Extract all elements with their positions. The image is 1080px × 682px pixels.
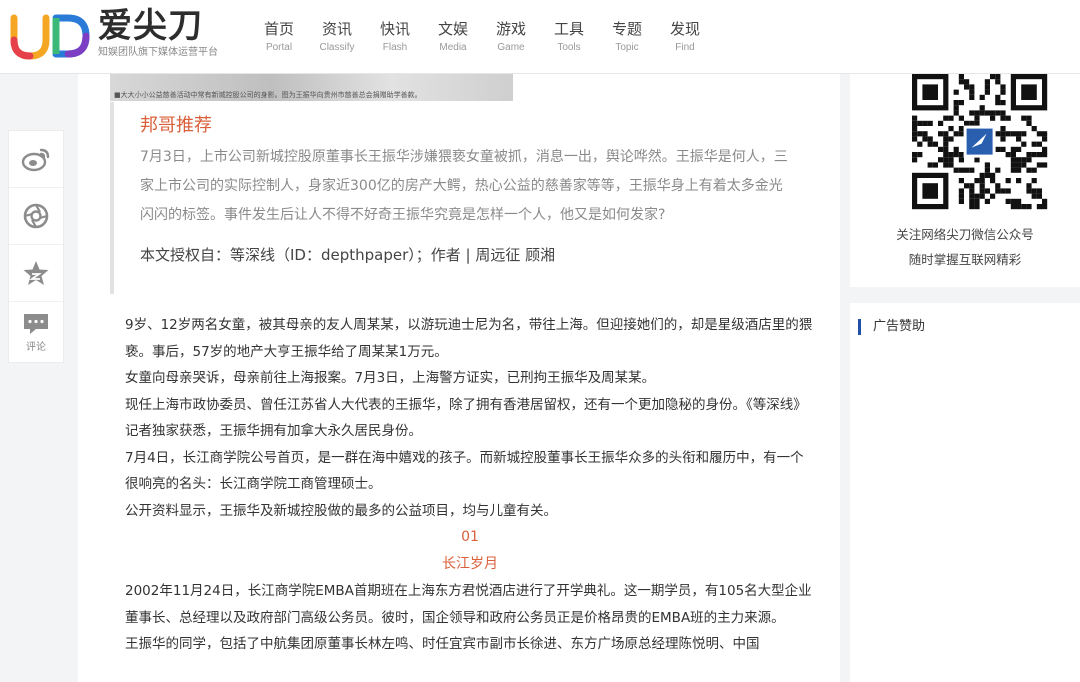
nav-label: 文娱 bbox=[437, 20, 468, 38]
brand[interactable]: 爱尖刀 知娱团队旗下媒体运营平台 bbox=[98, 6, 218, 60]
share-moments-button[interactable] bbox=[9, 188, 63, 245]
nav-topic[interactable]: 专题 Topic bbox=[598, 18, 656, 56]
qr-caption: 关注网络尖刀微信公众号 随时掌握互联网精彩 bbox=[850, 222, 1080, 272]
section-title: 长江岁月 bbox=[442, 556, 498, 572]
brand-subtitle: 知娱团队旗下媒体运营平台 bbox=[98, 47, 218, 58]
article-body: 9岁、12岁两名女童，被其母亲的友人周某某，以游玩迪士尼为名，带往上海。但迎接她… bbox=[125, 312, 815, 658]
nav-sublabel: Find bbox=[675, 42, 695, 53]
comment-label: 评论 bbox=[26, 341, 46, 353]
nav-game[interactable]: 游戏 Game bbox=[482, 18, 540, 56]
nav-tools[interactable]: 工具 Tools bbox=[540, 18, 598, 56]
paragraph: 2002年11月24日，长江商学院EMBA首期班在上海东方君悦酒店进行了开学典礼… bbox=[125, 583, 812, 626]
nav-media[interactable]: 文娱 Media bbox=[424, 18, 482, 56]
wechat-qr-card: 关注网络尖刀微信公众号 随时掌握互联网精彩 bbox=[850, 74, 1080, 287]
qr-caption-line2: 随时掌握互联网精彩 bbox=[908, 252, 1022, 267]
comment-icon bbox=[24, 313, 48, 334]
nav-find[interactable]: 发现 Find bbox=[656, 18, 714, 56]
qr-code-image[interactable] bbox=[904, 74, 1052, 212]
nav-classify[interactable]: 资讯 Classify bbox=[308, 18, 366, 56]
quote-credit: 本文授权自：等深线（ID：depthpaper）；作者 | 周远征 顾湘 bbox=[140, 246, 556, 264]
site-header: 爱尖刀 知娱团队旗下媒体运营平台 首页 Portal 资讯 Classify 快讯 F… bbox=[0, 0, 1080, 74]
nav-label: 专题 bbox=[611, 20, 642, 38]
nav-flash[interactable]: 快讯 Flash bbox=[366, 18, 424, 56]
nav-label: 游戏 bbox=[495, 20, 526, 38]
paragraph: 9岁、12岁两名女童，被其母亲的友人周某某，以游玩迪士尼为名，带往上海。但迎接她… bbox=[125, 317, 813, 360]
nav-portal[interactable]: 首页 Portal bbox=[250, 18, 308, 56]
ad-card: 广告赞助 bbox=[850, 303, 1080, 682]
site-logo-icon[interactable] bbox=[8, 10, 90, 62]
nav-label: 资讯 bbox=[321, 20, 352, 38]
share-weibo-button[interactable] bbox=[9, 131, 63, 188]
nav-label: 发现 bbox=[669, 20, 700, 38]
nav-sublabel: Game bbox=[497, 42, 525, 53]
brand-name: 爱尖刀 bbox=[98, 6, 203, 46]
lead-image-caption: ■大大小小公益慈善活动中常有新城控股公司的身影。图为王振华向贵州市慈善总会捐赠助… bbox=[114, 91, 422, 99]
qr-caption-line1: 关注网络尖刀微信公众号 bbox=[896, 227, 1034, 242]
quote-title: 邦哥推荐 bbox=[140, 115, 212, 136]
nav-label: 工具 bbox=[553, 20, 584, 38]
nav-label: 首页 bbox=[263, 20, 294, 38]
paragraph: 王振华的同学，包括了中航集团原董事长林左鸣、时任宜宾市副市长徐进、东方广场原总经… bbox=[125, 636, 760, 652]
article: ■大大小小公益慈善活动中常有新城控股公司的身影。图为王振华向贵州市慈善总会捐赠助… bbox=[78, 74, 840, 682]
main-nav: 首页 Portal 资讯 Classify 快讯 Flash 文娱 Media 游戏 Ga… bbox=[250, 18, 714, 56]
paragraph: 现任上海市政协委员、曾任江苏省人大代表的王振华，除了拥有香港居留权，还有一个更加… bbox=[125, 396, 807, 440]
paragraph: 7月4日，长江商学院公号首页，是一群在海中嬉戏的孩子。而新城控股董事长王振华众多… bbox=[125, 449, 804, 493]
star-icon bbox=[23, 261, 49, 285]
share-bar: 评论 bbox=[8, 130, 64, 363]
nav-sublabel: Topic bbox=[615, 42, 639, 53]
nav-sublabel: Tools bbox=[557, 42, 581, 53]
nav-sublabel: Portal bbox=[265, 42, 293, 53]
nav-sublabel: Media bbox=[439, 42, 467, 53]
section-number: 01 bbox=[461, 529, 479, 545]
recommend-quote: 邦哥推荐 7月3日，上市公司新城控股原董事长王振华涉嫌猥亵女童被抓，消息一出，舆… bbox=[110, 102, 820, 294]
paragraph: 女童向母亲哭诉，母亲前往上海报案。7月3日，上海警方证实，已刑拘王振华及周某某。 bbox=[125, 370, 656, 386]
nav-sublabel: Classify bbox=[319, 42, 355, 53]
quote-text: 7月3日，上市公司新城控股原董事长王振华涉嫌猥亵女童被抓，消息一出，舆论哗然。王… bbox=[140, 149, 788, 223]
nav-label: 快讯 bbox=[379, 20, 410, 38]
aperture-icon bbox=[23, 203, 49, 229]
nav-sublabel: Flash bbox=[382, 42, 408, 53]
comment-button[interactable]: 评论 bbox=[9, 302, 63, 362]
share-qzone-button[interactable] bbox=[9, 245, 63, 302]
paragraph: 公开资料显示，王振华及新城控股做的最多的公益项目，均与儿童有关。 bbox=[125, 502, 557, 519]
ad-section-title: 广告赞助 bbox=[858, 319, 925, 335]
weibo-icon bbox=[21, 148, 50, 172]
